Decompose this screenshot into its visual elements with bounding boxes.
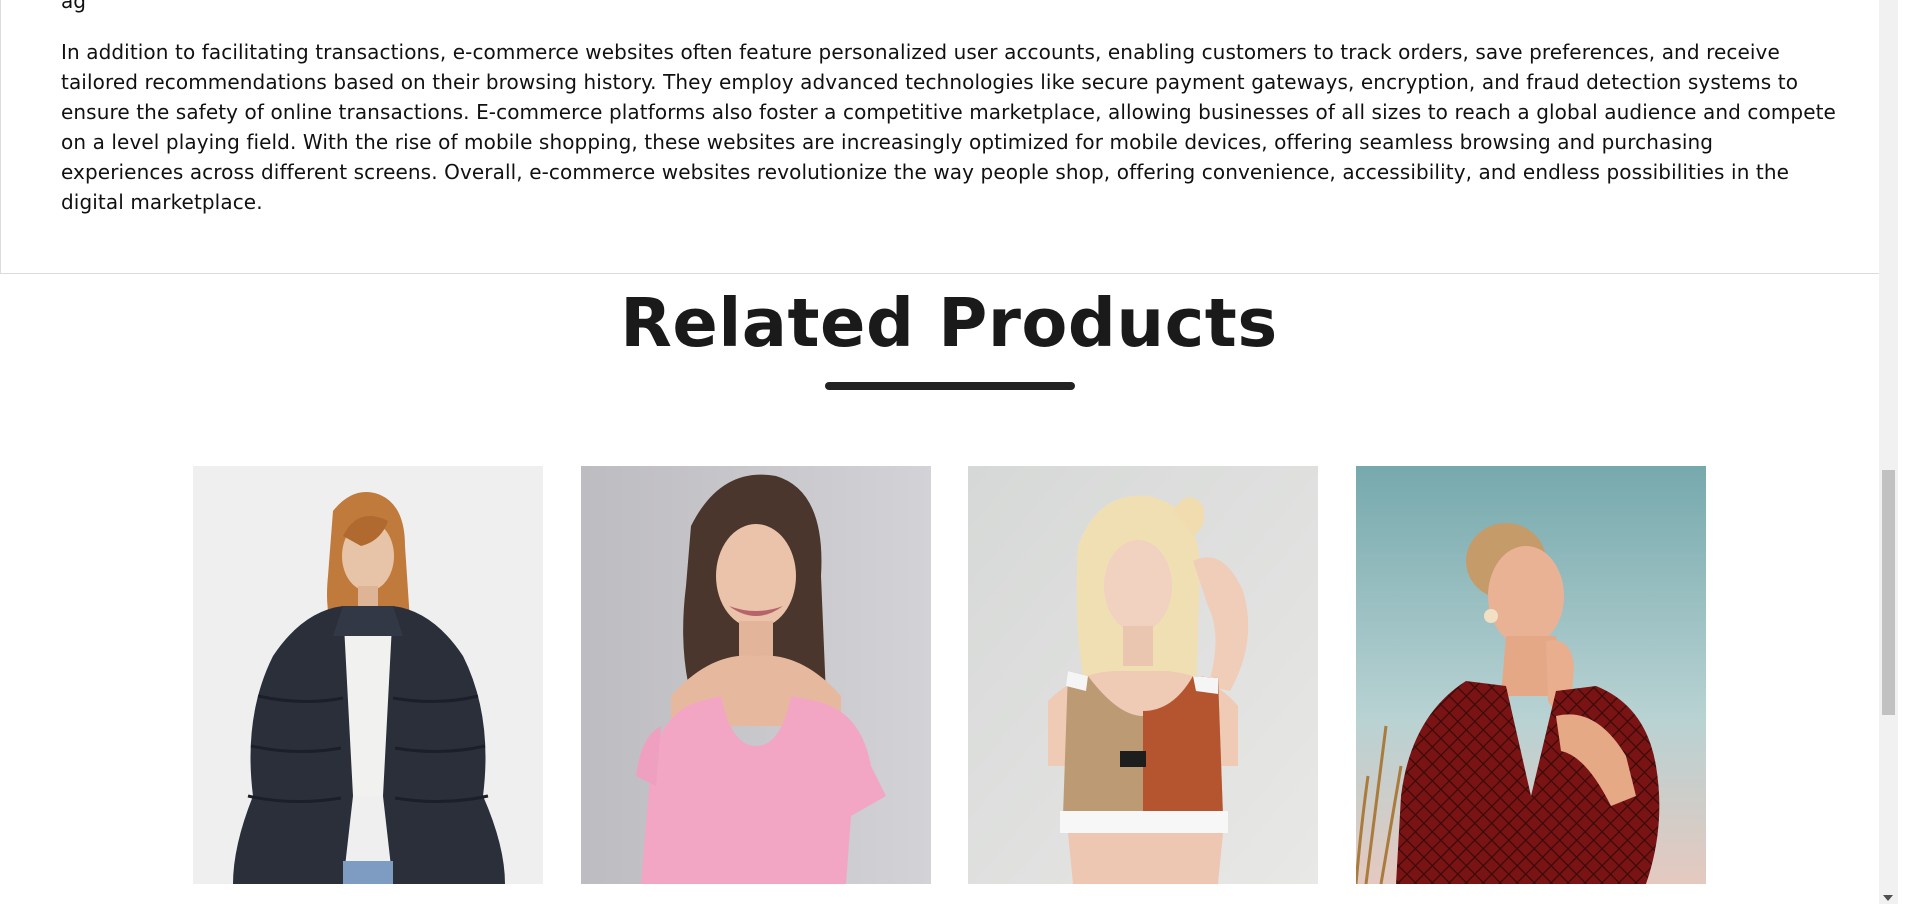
cutoff-text-line: ag (61, 0, 86, 13)
scroll-down-arrow-icon[interactable] (1883, 895, 1893, 901)
product-card-2[interactable] (581, 466, 931, 884)
related-products-title: Related Products (620, 284, 1278, 362)
description-panel: ag In addition to facilitating transacti… (0, 0, 1897, 274)
vertical-scrollbar[interactable] (1879, 0, 1898, 904)
description-paragraph: In addition to facilitating transactions… (61, 40, 1836, 214)
product-image-2[interactable] (581, 466, 931, 884)
product-image-1[interactable] (193, 466, 543, 884)
related-products-grid (193, 466, 1708, 884)
product-image-3[interactable] (968, 466, 1318, 884)
product-card-1[interactable] (193, 466, 543, 884)
product-card-3[interactable] (968, 466, 1318, 884)
product-image-4[interactable] (1356, 466, 1706, 884)
title-underline-divider (825, 382, 1075, 390)
page: ag In addition to facilitating transacti… (0, 0, 1898, 904)
product-card-4[interactable] (1356, 466, 1706, 884)
scrollbar-thumb[interactable] (1882, 470, 1895, 715)
